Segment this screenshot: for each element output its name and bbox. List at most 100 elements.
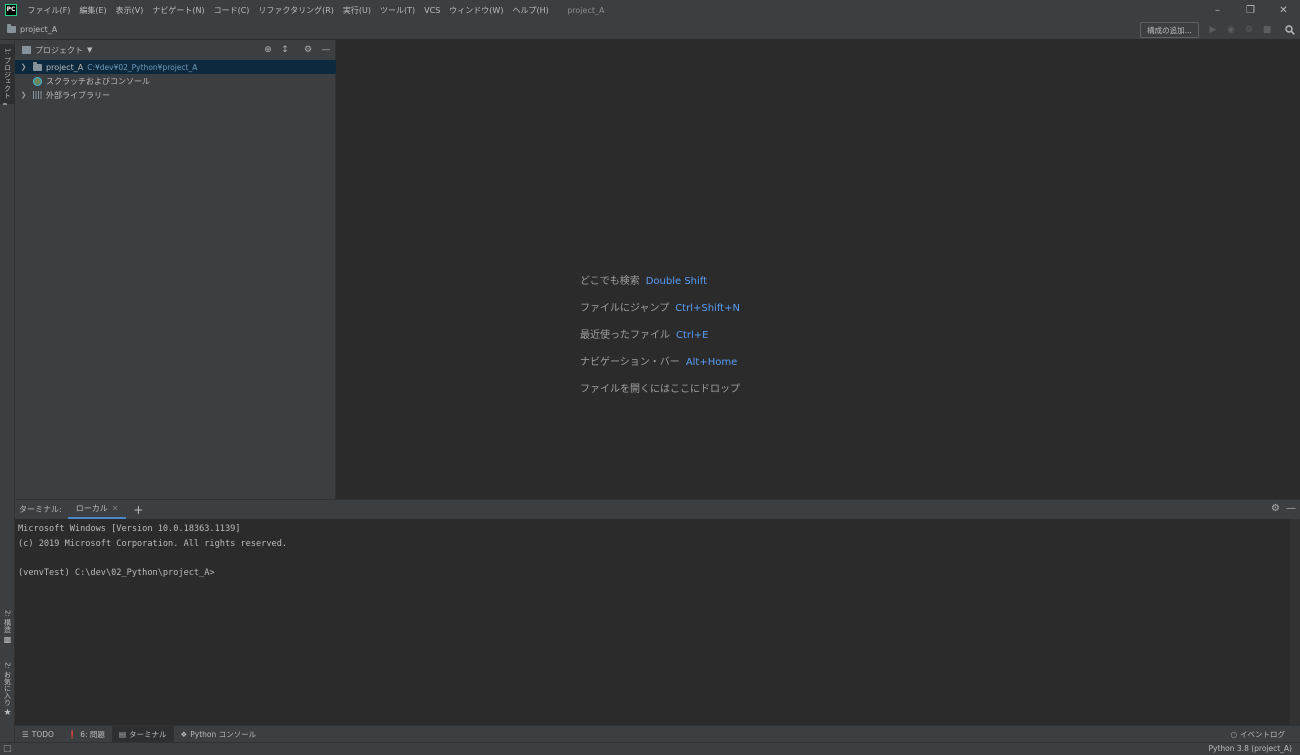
title-bar: PC ファイル(F) 編集(E) 表示(V) ナビゲート(N) コード(C) リ…	[0, 0, 1300, 20]
library-icon	[33, 91, 43, 99]
menu-code[interactable]: コード(C)	[209, 5, 254, 16]
terminal-label: ターミナル	[129, 729, 167, 739]
menu-view[interactable]: 表示(V)	[111, 5, 148, 16]
tab-local-label: ローカル	[75, 504, 108, 513]
favorites-tool-button[interactable]: 2: お気に入り ★	[0, 662, 15, 718]
chevron-right-icon[interactable]: ❯	[19, 63, 28, 71]
terminal-tab-bar: ターミナル: ローカル ✕ + ⚙ —	[15, 500, 1300, 519]
terminal-prompt: (venvTest) C:\dev\02_Python\project_A>	[18, 568, 215, 579]
scratch-icon	[33, 76, 42, 86]
hint-shortcut: Alt+Home	[685, 357, 738, 368]
terminal-tool-button[interactable]: ▤ ターミナル	[111, 725, 174, 743]
problems-label: 6: 問題	[80, 729, 105, 739]
event-log-icon: ○	[1230, 729, 1237, 739]
run-icon[interactable]: ▶	[1206, 23, 1220, 37]
stop-icon[interactable]: ■	[1260, 23, 1274, 37]
menu-vcs[interactable]: VCS	[420, 6, 445, 15]
project-view-icon	[22, 46, 31, 54]
folder-icon	[33, 61, 42, 71]
terminal-output[interactable]: Microsoft Windows [Version 10.0.18363.11…	[15, 519, 1290, 726]
new-terminal-icon[interactable]: +	[133, 503, 143, 517]
hint-text: ナビゲーション・バー	[580, 357, 680, 368]
hide-panel-icon[interactable]: —	[319, 43, 333, 57]
structure-tool-label: 2: 構造	[3, 610, 12, 634]
gear-icon[interactable]: ⚙	[1271, 503, 1280, 514]
project-panel-header: プロジェクト ▼ ⊕ ↕ ⚙ —	[15, 40, 335, 60]
search-icon[interactable]	[1283, 23, 1297, 37]
project-tool-button[interactable]: 1: プロジェクト	[0, 44, 15, 106]
navigation-bar: project_A 構成の追加... ▶ ◉ ⚙ ■	[0, 20, 1300, 40]
hint-recent-files: 最近使ったファイル Ctrl+E	[580, 326, 709, 341]
hint-shortcut: Double Shift	[645, 276, 708, 287]
menu-help[interactable]: ヘルプ(H)	[508, 5, 553, 16]
python-console-tool-button[interactable]: ❖ Python コンソール	[174, 726, 264, 743]
hint-navigation-bar: ナビゲーション・バー Alt+Home	[580, 353, 737, 368]
terminal-title: ターミナル:	[19, 505, 62, 514]
project-panel: プロジェクト ▼ ⊕ ↕ ⚙ — ❯ project_A C:¥dev¥02_P…	[15, 40, 336, 499]
hint-text: どこでも検索	[580, 276, 640, 287]
menu-run[interactable]: 実行(U)	[338, 5, 375, 16]
todo-tool-button[interactable]: ☰ TODO	[15, 726, 61, 743]
minimize-icon[interactable]: –	[1201, 0, 1234, 20]
hint-text: 最近使ったファイル	[580, 330, 670, 341]
menu-file[interactable]: ファイル(F)	[23, 5, 75, 16]
editor-area[interactable]: どこでも検索 Double Shift ファイルにジャンプ Ctrl+Shift+N…	[337, 40, 1300, 499]
debug-icon[interactable]: ◉	[1224, 23, 1238, 37]
menu-tools[interactable]: ツール(T)	[376, 5, 420, 16]
terminal-scrollbar[interactable]	[1290, 519, 1300, 726]
menu-refactor[interactable]: リファクタリング(R)	[254, 5, 338, 16]
hint-search-everywhere: どこでも検索 Double Shift	[580, 272, 707, 287]
menu-navigate[interactable]: ナビゲート(N)	[148, 5, 209, 16]
terminal-line: (c) 2019 Microsoft Corporation. All righ…	[18, 538, 288, 549]
terminal-icon: ▤	[118, 729, 127, 739]
hint-text: ファイルを開くにはここにドロップ	[580, 384, 740, 395]
menu-edit[interactable]: 編集(E)	[75, 5, 111, 16]
coverage-icon[interactable]: ⚙	[1242, 23, 1256, 37]
terminal-panel: ターミナル: ローカル ✕ + ⚙ — Microsoft Windows [V…	[15, 499, 1300, 726]
structure-icon: ▩	[3, 635, 12, 645]
project-tool-label: 1: プロジェクト	[3, 48, 12, 100]
bottom-tool-bar: ☰ TODO ❗ 6: 問題 ▤ ターミナル ❖ Python コンソール ○ …	[15, 725, 1300, 743]
gear-icon[interactable]: ⚙	[301, 43, 315, 57]
window-title: project_A	[567, 5, 605, 15]
hint-shortcut: Ctrl+Shift+N	[675, 303, 740, 314]
hint-drop-files: ファイルを開くにはここにドロップ	[580, 380, 740, 395]
event-log-label: イベントログ	[1240, 729, 1285, 739]
favorites-tool-label: 2: お気に入り	[3, 662, 12, 707]
problems-tool-button[interactable]: ❗ 6: 問題	[61, 726, 112, 743]
add-configuration-button[interactable]: 構成の追加...	[1140, 22, 1199, 38]
chevron-right-icon[interactable]: ❯	[19, 91, 28, 99]
status-bar: □ Python 3.8 (project_A)	[0, 742, 1300, 755]
project-panel-title[interactable]: プロジェクト	[35, 45, 83, 56]
tree-item-label: 外部ライブラリー	[46, 90, 110, 100]
warning-icon: ❗	[67, 729, 78, 739]
event-log-tool-button[interactable]: ○ イベントログ	[1223, 726, 1292, 743]
structure-tool-button[interactable]: 2: 構造 ▩	[0, 610, 15, 650]
tree-item-external-libraries[interactable]: ❯ 外部ライブラリー	[15, 88, 336, 102]
menu-window[interactable]: ウィンドウ(W)	[445, 5, 508, 16]
hint-goto-file: ファイルにジャンプ Ctrl+Shift+N	[580, 299, 740, 314]
collapse-all-icon[interactable]: ↕	[278, 43, 292, 57]
python-console-label: Python コンソール	[190, 729, 257, 739]
tree-item-scratches[interactable]: スクラッチおよびコンソール	[15, 74, 336, 88]
restore-icon[interactable]: ❐	[1234, 0, 1267, 20]
pycharm-logo-icon: PC	[5, 4, 17, 16]
locate-icon[interactable]: ⊕	[261, 43, 275, 57]
python-icon: ❖	[180, 729, 188, 739]
hide-panel-icon[interactable]: —	[1286, 503, 1296, 514]
breadcrumb-label: project_A	[20, 25, 58, 34]
toggle-tool-windows-icon[interactable]: □	[3, 744, 12, 754]
left-tool-stripe: 1: プロジェクト 2: 構造 ▩ 2: お気に入り ★	[0, 40, 15, 742]
tree-item-label: スクラッチおよびコンソール	[46, 76, 150, 86]
list-icon: ☰	[22, 729, 29, 739]
tree-item-path: C:¥dev¥02_Python¥project_A	[87, 62, 198, 72]
breadcrumb[interactable]: project_A	[7, 24, 58, 34]
tab-local[interactable]: ローカル ✕	[67, 500, 127, 519]
folder-icon	[7, 24, 16, 33]
chevron-down-icon[interactable]: ▼	[87, 46, 92, 54]
close-icon[interactable]: ✕	[1267, 0, 1300, 20]
tree-item-project[interactable]: ❯ project_A C:¥dev¥02_Python¥project_A	[15, 60, 336, 74]
python-interpreter-status[interactable]: Python 3.8 (project_A)	[1209, 744, 1292, 753]
close-tab-icon[interactable]: ✕	[112, 504, 119, 513]
